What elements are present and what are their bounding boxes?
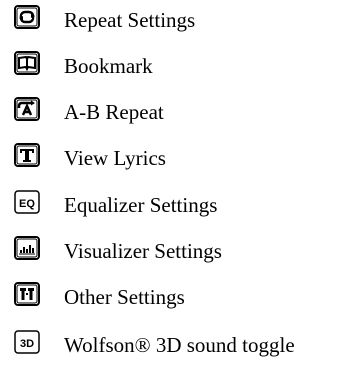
menu-item-equalizer-settings[interactable]: EQ Equalizer Settings <box>0 190 363 228</box>
menu-item-repeat-settings[interactable]: Repeat Settings <box>0 5 363 43</box>
menu-item-label: Equalizer Settings <box>64 193 218 217</box>
visualizer-icon <box>14 236 40 260</box>
menu-item-view-lyrics[interactable]: View Lyrics <box>0 143 363 181</box>
menu-item-label: Repeat Settings <box>64 8 196 32</box>
menu-item-label: Bookmark <box>64 54 153 78</box>
menu-item-label: Other Settings <box>64 285 185 309</box>
menu-item-label: Visualizer Settings <box>64 239 222 263</box>
equalizer-icon: EQ <box>14 190 40 214</box>
menu-item-visualizer-settings[interactable]: Visualizer Settings <box>0 236 363 274</box>
3d-sound-icon: 3D <box>14 330 40 354</box>
menu-item-label: A-B Repeat <box>64 100 164 124</box>
other-settings-icon <box>14 282 40 306</box>
menu-item-label: View Lyrics <box>64 146 166 170</box>
menu-item-other-settings[interactable]: Other Settings <box>0 282 363 320</box>
menu-item-ab-repeat[interactable]: A-B Repeat <box>0 97 363 135</box>
repeat-icon <box>14 5 40 29</box>
menu-item-bookmark[interactable]: Bookmark <box>0 51 363 89</box>
settings-menu: Repeat Settings Bookmark A-B Repeat View… <box>0 0 363 378</box>
ab-repeat-icon <box>14 97 40 121</box>
lyrics-icon <box>14 143 40 167</box>
equalizer-icon-text: EQ <box>19 198 35 210</box>
menu-item-3d-sound-toggle[interactable]: 3D Wolfson® 3D sound toggle <box>0 330 363 368</box>
bookmark-icon <box>14 51 40 75</box>
3d-sound-icon-text: 3D <box>20 338 34 350</box>
menu-item-label: Wolfson® 3D sound toggle <box>64 333 295 357</box>
